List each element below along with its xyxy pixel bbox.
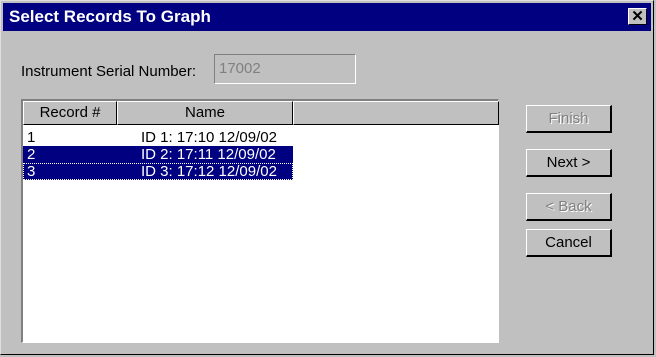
title-bar[interactable]: Select Records To Graph ✕ [3,3,651,31]
record-name: ID 3: 17:12 12/09/02 [141,163,277,180]
close-icon: ✕ [631,8,644,25]
list-item[interactable]: 2 ID 2: 17:11 12/09/02 [23,146,293,163]
list-item[interactable]: 1 ID 1: 17:10 12/09/02 [23,129,293,146]
record-name: ID 1: 17:10 12/09/02 [141,129,277,146]
window-title: Select Records To Graph [9,7,211,26]
column-header-record[interactable]: Record # [23,101,117,125]
list-header: Record # Name [23,101,499,125]
record-number: 3 [27,163,36,180]
records-list[interactable]: Record # Name 1 ID 1: 17:10 12/09/02 2 I… [21,99,499,343]
close-button[interactable]: ✕ [628,8,647,25]
record-number: 2 [27,146,36,163]
serial-number-field: 17002 [214,54,356,84]
record-name: ID 2: 17:11 12/09/02 [141,146,276,163]
dialog-window: Select Records To Graph ✕ Instrument Ser… [0,0,654,355]
record-number: 1 [27,129,36,146]
column-header-name[interactable]: Name [117,101,293,125]
serial-number-label: Instrument Serial Number: [21,63,197,80]
back-button[interactable]: < Back [526,193,612,221]
finish-button[interactable]: Finish [526,105,612,133]
next-button[interactable]: Next > [526,149,612,177]
list-item[interactable]: 3 ID 3: 17:12 12/09/02 [23,163,293,180]
cancel-button[interactable]: Cancel [526,229,612,257]
column-header-extra[interactable] [293,101,499,125]
